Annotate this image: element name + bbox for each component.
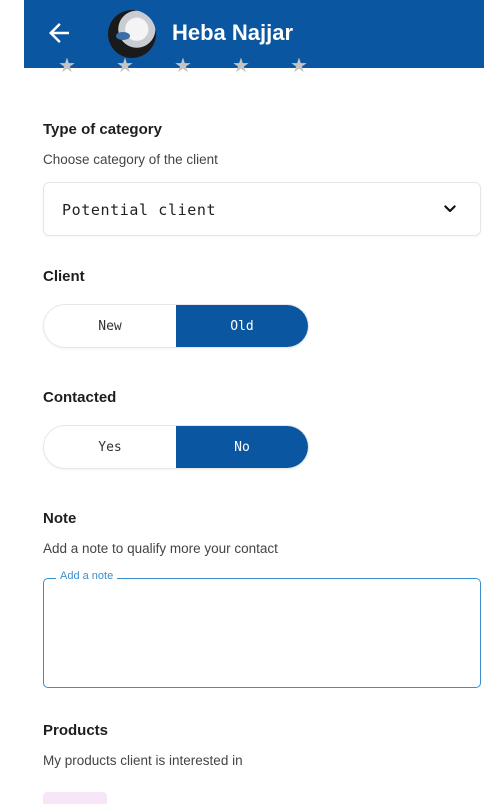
note-field-label: Add a note [56, 570, 118, 582]
contacted-toggle: Yes No [43, 425, 309, 469]
avatar [108, 10, 156, 58]
client-title: Client [43, 268, 85, 285]
products-subtitle: My products client is interested in [43, 753, 243, 768]
note-subtitle: Add a note to qualify more your contact [43, 541, 278, 556]
products-title: Products [43, 722, 109, 739]
contacted-option-no[interactable]: No [176, 426, 308, 468]
client-toggle: New Old [43, 304, 309, 348]
client-option-old[interactable]: Old [176, 305, 308, 347]
category-subtitle: Choose category of the client [43, 152, 218, 167]
client-option-new[interactable]: New [44, 305, 176, 347]
contacted-option-yes[interactable]: Yes [44, 426, 176, 468]
contacted-title: Contacted [43, 389, 117, 406]
star-icon[interactable]: ★ [174, 58, 194, 74]
star-icon[interactable]: ★ [290, 58, 310, 74]
category-title: Type of category [43, 121, 162, 138]
contact-name-title: Heba Najjar [172, 20, 294, 45]
star-icon[interactable]: ★ [58, 58, 78, 74]
back-arrow-icon[interactable] [44, 18, 74, 48]
star-icon[interactable]: ★ [232, 58, 252, 74]
category-select[interactable]: Potential client [43, 182, 481, 236]
chevron-down-icon [444, 205, 456, 213]
note-textarea[interactable] [54, 591, 470, 679]
rating-stars: ★ ★ ★ ★ ★ [58, 58, 310, 74]
category-selected-value: Potential client [62, 201, 217, 219]
note-field: Add a note [43, 570, 481, 688]
note-title: Note [43, 510, 77, 527]
star-icon[interactable]: ★ [116, 58, 136, 74]
product-chip[interactable] [43, 792, 107, 804]
